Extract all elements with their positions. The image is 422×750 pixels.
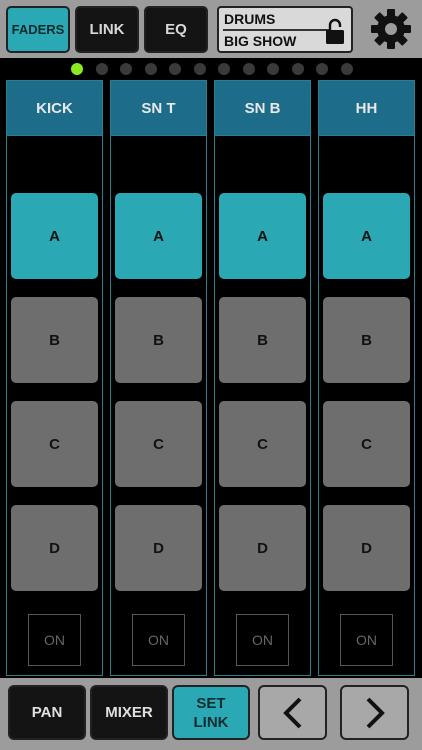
page-dot[interactable] xyxy=(291,63,304,75)
pad-a[interactable]: A xyxy=(115,193,202,279)
pad-b[interactable]: B xyxy=(323,297,410,383)
page-dot[interactable] xyxy=(120,63,132,75)
page-dot[interactable] xyxy=(71,63,83,75)
mixer-button[interactable]: MIXER xyxy=(90,685,168,740)
scene-divider xyxy=(223,29,331,31)
lock-icon[interactable] xyxy=(325,17,345,45)
channel-strip-hh: HH A B C D ON xyxy=(318,80,415,676)
page-dot[interactable] xyxy=(267,63,279,75)
page-dot[interactable] xyxy=(169,63,181,75)
channel-name[interactable]: HH xyxy=(319,81,414,136)
bottom-toolbar: PAN MIXER SET LINK xyxy=(0,678,422,750)
pad-c[interactable]: C xyxy=(11,401,98,487)
scene-selector[interactable]: DRUMS BIG SHOW xyxy=(217,6,353,53)
pad-b[interactable]: B xyxy=(11,297,98,383)
pad-c[interactable]: C xyxy=(115,401,202,487)
page-dot[interactable] xyxy=(193,63,206,75)
page-dot[interactable] xyxy=(218,63,230,75)
pad-c[interactable]: C xyxy=(219,401,306,487)
pad-d[interactable]: D xyxy=(11,505,98,591)
set-link-button[interactable]: SET LINK xyxy=(172,685,250,740)
channel-strip-sn-t: SN T A B C D ON xyxy=(110,80,207,676)
on-button[interactable]: ON xyxy=(132,614,185,666)
pad-d[interactable]: D xyxy=(115,505,202,591)
top-toolbar: FADERS LINK EQ DRUMS BIG SHOW xyxy=(0,0,422,58)
pad-b[interactable]: B xyxy=(219,297,306,383)
page-indicator xyxy=(0,58,422,80)
next-page-button[interactable] xyxy=(340,685,409,740)
chevron-left-icon xyxy=(282,697,301,728)
channel-name[interactable]: SN T xyxy=(111,81,206,136)
channel-name[interactable]: SN B xyxy=(215,81,310,136)
scene-group-label: DRUMS xyxy=(224,11,276,27)
on-button[interactable]: ON xyxy=(28,614,81,666)
page-dot[interactable] xyxy=(95,63,108,75)
on-button[interactable]: ON xyxy=(236,614,289,666)
pad-d[interactable]: D xyxy=(323,505,410,591)
tab-eq[interactable]: EQ xyxy=(144,6,208,53)
pad-a[interactable]: A xyxy=(219,193,306,279)
fader-panel: KICK A B C D ON SN T A B C D ON SN B A B… xyxy=(0,58,422,678)
page-dot[interactable] xyxy=(316,63,328,75)
page-dot[interactable] xyxy=(340,63,353,75)
channel-name[interactable]: KICK xyxy=(7,81,102,136)
previous-page-button[interactable] xyxy=(258,685,327,740)
gear-icon[interactable] xyxy=(370,8,412,50)
tab-link[interactable]: LINK xyxy=(75,6,139,53)
page-dot[interactable] xyxy=(144,63,157,75)
pad-b[interactable]: B xyxy=(115,297,202,383)
pad-a[interactable]: A xyxy=(323,193,410,279)
pad-a[interactable]: A xyxy=(11,193,98,279)
channel-strip-sn-b: SN B A B C D ON xyxy=(214,80,311,676)
scene-name-label: BIG SHOW xyxy=(224,33,297,49)
pad-c[interactable]: C xyxy=(323,401,410,487)
channel-strip-kick: KICK A B C D ON xyxy=(6,80,103,676)
pan-button[interactable]: PAN xyxy=(8,685,86,740)
page-dot[interactable] xyxy=(242,63,255,75)
on-button[interactable]: ON xyxy=(340,614,393,666)
tab-faders[interactable]: FADERS xyxy=(6,6,70,53)
pad-d[interactable]: D xyxy=(219,505,306,591)
set-link-label: SET LINK xyxy=(193,694,229,731)
chevron-right-icon xyxy=(366,697,385,728)
